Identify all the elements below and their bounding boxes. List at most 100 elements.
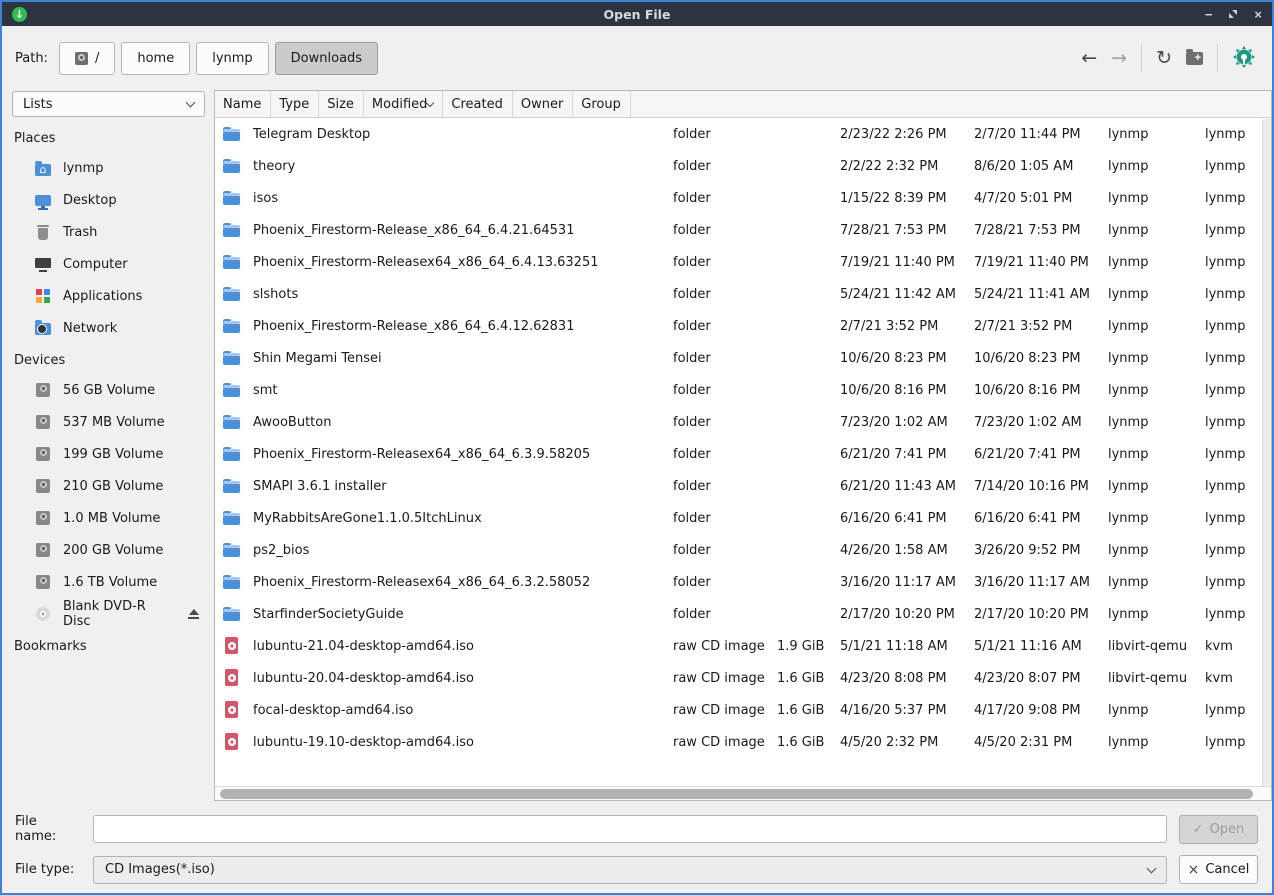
file-modified: 4/16/20 5:37 PM (832, 703, 966, 718)
file-owner: lynmp (1100, 447, 1197, 462)
close-icon: × (1188, 862, 1200, 878)
file-group: kvm (1197, 671, 1271, 686)
sidebar-item[interactable]: Desktop (2, 184, 214, 216)
new-folder-button[interactable] (1186, 52, 1203, 65)
file-owner: libvirt-qemu (1100, 639, 1197, 654)
file-type-icon (222, 700, 242, 720)
file-row[interactable]: Phoenix_Firestorm-Releasex64_x86_64_6.4.… (215, 246, 1271, 278)
path-segment-button[interactable]: / (59, 42, 115, 75)
column-header[interactable]: Owner (513, 91, 573, 117)
sidebar-item[interactable]: 199 GB Volume (2, 438, 214, 470)
file-size: 1.6 GiB (769, 735, 832, 750)
horizontal-scrollbar[interactable] (215, 786, 1271, 800)
file-name: Phoenix_Firestorm-Releasex64_x86_64_6.3.… (253, 575, 590, 590)
sidebar-item[interactable]: Applications (2, 280, 214, 312)
sidebar-item[interactable]: Network (2, 312, 214, 344)
column-header[interactable]: Size (319, 91, 364, 117)
eject-button[interactable] (188, 609, 199, 619)
file-type-icon (222, 412, 242, 432)
column-header-label: Type (279, 97, 309, 112)
file-name-label: File name: (15, 814, 81, 844)
sidebar-item[interactable]: Computer (2, 248, 214, 280)
sidebar-item[interactable]: Trash (2, 216, 214, 248)
file-type-icon (222, 572, 242, 592)
sidebar-item[interactable]: 56 GB Volume (2, 374, 214, 406)
file-row[interactable]: smt folder 10/6/20 8:16 PM 10/6/20 8:16 … (215, 374, 1271, 406)
app-menu-button[interactable] (1232, 45, 1256, 72)
sidebar-item[interactable]: 210 GB Volume (2, 470, 214, 502)
file-row[interactable]: lubuntu-21.04-desktop-amd64.iso raw CD i… (215, 630, 1271, 662)
file-name: MyRabbitsAreGone1.1.0.5ItchLinux (253, 511, 482, 526)
file-row[interactable]: Shin Megami Tensei folder 10/6/20 8:23 P… (215, 342, 1271, 374)
back-button[interactable]: ← (1081, 49, 1097, 68)
file-created: 6/21/20 7:41 PM (966, 447, 1100, 462)
forward-button[interactable]: → (1111, 49, 1127, 68)
path-segment-button[interactable]: lynmp (196, 42, 268, 75)
column-header[interactable]: Group (573, 91, 631, 117)
restore-button[interactable] (1228, 9, 1238, 19)
file-row[interactable]: SMAPI 3.6.1 installer folder 6/21/20 11:… (215, 470, 1271, 502)
file-row[interactable]: Phoenix_Firestorm-Releasex64_x86_64_6.3.… (215, 438, 1271, 470)
file-row[interactable]: lubuntu-20.04-desktop-amd64.iso raw CD i… (215, 662, 1271, 694)
file-row[interactable]: isos folder 1/15/22 8:39 PM 4/7/20 5:01 … (215, 182, 1271, 214)
sidebar-item[interactable]: lynmp (2, 152, 214, 184)
horizontal-scrollbar-thumb[interactable] (220, 789, 1253, 799)
column-header[interactable]: Type (271, 91, 319, 117)
file-group: lynmp (1197, 159, 1271, 174)
column-header-label: Group (581, 97, 621, 112)
sidebar-item[interactable]: 1.6 TB Volume (2, 566, 214, 598)
close-button[interactable]: × (1254, 8, 1262, 21)
column-header[interactable]: Name (215, 91, 271, 117)
file-owner: libvirt-qemu (1100, 671, 1197, 686)
sidebar-item-label: lynmp (63, 161, 103, 176)
file-row[interactable]: AwooButton folder 7/23/20 1:02 AM 7/23/2… (215, 406, 1271, 438)
column-header[interactable]: Created (443, 91, 512, 117)
file-row[interactable]: Phoenix_Firestorm-Releasex64_x86_64_6.3.… (215, 566, 1271, 598)
file-row[interactable]: theory folder 2/2/22 2:32 PM 8/6/20 1:05… (215, 150, 1271, 182)
file-list-panel: Name Type Size Modified (214, 90, 1272, 801)
file-row[interactable]: ps2_bios folder 4/26/20 1:58 AM 3/26/20 … (215, 534, 1271, 566)
file-group: lynmp (1197, 287, 1271, 302)
file-row[interactable]: slshots folder 5/24/21 11:42 AM 5/24/21 … (215, 278, 1271, 310)
dialog-footer: File name: ✓ Open File type: CD Images(*… (2, 801, 1272, 893)
path-segment-button[interactable]: Downloads (275, 42, 378, 75)
cancel-button[interactable]: × Cancel (1179, 855, 1258, 884)
file-row[interactable]: StarfinderSocietyGuide folder 2/17/20 10… (215, 598, 1271, 630)
file-group: lynmp (1197, 351, 1271, 366)
path-breadcrumb: / home lynmp Downloads (59, 42, 378, 75)
path-segment-button[interactable]: home (121, 42, 190, 75)
sidebar-section-header: Devices (2, 344, 214, 374)
open-button[interactable]: ✓ Open (1179, 815, 1258, 844)
sidebar-item-icon (36, 479, 50, 493)
sidebar-item[interactable]: Blank DVD-R Disc (2, 598, 214, 630)
file-row[interactable]: Phoenix_Firestorm-Release_x86_64_6.4.12.… (215, 310, 1271, 342)
sidebar-item[interactable]: 1.0 MB Volume (2, 502, 214, 534)
file-type-dropdown[interactable]: CD Images(*.iso) (93, 856, 1167, 884)
sidebar-mode-dropdown[interactable]: Lists (12, 91, 205, 117)
vertical-scrollbar[interactable] (1262, 119, 1271, 786)
file-name-input[interactable] (93, 815, 1167, 843)
file-row[interactable]: focal-desktop-amd64.iso raw CD image 1.6… (215, 694, 1271, 726)
file-created: 2/17/20 10:20 PM (966, 607, 1100, 622)
minimize-button[interactable]: − (1205, 8, 1213, 21)
sidebar-item[interactable]: 537 MB Volume (2, 406, 214, 438)
drive-icon (75, 52, 88, 65)
chevron-down-icon (1147, 863, 1157, 873)
file-type-icon (222, 156, 242, 176)
file-created: 7/19/21 11:40 PM (966, 255, 1100, 270)
new-folder-icon (1186, 52, 1203, 65)
file-modified: 5/1/21 11:18 AM (832, 639, 966, 654)
file-row[interactable]: MyRabbitsAreGone1.1.0.5ItchLinux folder … (215, 502, 1271, 534)
sidebar: Lists Places lynmp (2, 90, 214, 801)
column-header[interactable]: Modified (364, 91, 443, 117)
file-row[interactable]: Phoenix_Firestorm-Release_x86_64_6.4.21.… (215, 214, 1271, 246)
file-type: folder (665, 351, 769, 366)
file-group: lynmp (1197, 383, 1271, 398)
reload-button[interactable]: ↻ (1156, 49, 1172, 68)
file-row[interactable]: lubuntu-19.10-desktop-amd64.iso raw CD i… (215, 726, 1271, 758)
file-row[interactable]: Telegram Desktop folder 2/23/22 2:26 PM … (215, 118, 1271, 150)
file-created: 8/6/20 1:05 AM (966, 159, 1100, 174)
file-owner: lynmp (1100, 735, 1197, 750)
file-type: folder (665, 127, 769, 142)
sidebar-item[interactable]: 200 GB Volume (2, 534, 214, 566)
